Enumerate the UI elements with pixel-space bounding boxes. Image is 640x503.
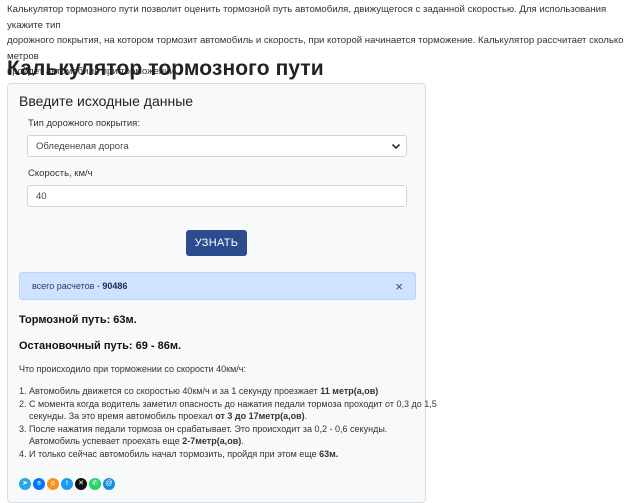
vk-icon[interactable]: в [33, 478, 45, 490]
speed-input[interactable]: 40 [27, 185, 407, 207]
form-title: Введите исходные данные [19, 93, 194, 109]
braking-distance: Тормозной путь: 63м. [19, 314, 137, 326]
alert-count: 90486 [102, 281, 128, 291]
submit-button[interactable]: УЗНАТЬ [186, 230, 247, 256]
list-item: И только сейчас автомобиль начал тормози… [29, 448, 439, 461]
calculations-count-alert: всего расчетов - 90486 × [19, 272, 416, 300]
whatsapp-icon[interactable]: ✆ [89, 478, 101, 490]
telegram-icon[interactable]: ➤ [19, 478, 31, 490]
list-item: Автомобиль движется со скоростью 40км/ч … [29, 385, 439, 398]
share-buttons: ➤ в о t ✕ ✆ @ [19, 478, 115, 492]
alert-prefix: всего расчетов - [32, 281, 103, 291]
road-type-label: Тип дорожного покрытия: [28, 118, 140, 129]
road-type-select[interactable]: Обледенелая дорога [27, 135, 407, 157]
explanation-intro: Что происходило при торможении со скорос… [19, 364, 246, 374]
calculator-card: Введите исходные данные Тип дорожного по… [7, 83, 437, 503]
odnoklassniki-icon[interactable]: о [47, 478, 59, 490]
stopping-distance: Остановочный путь: 69 - 86м. [19, 340, 182, 352]
explanation-list: Автомобиль движется со скоростью 40км/ч … [8, 385, 439, 460]
chevron-down-icon [391, 143, 401, 150]
road-type-value: Обледенелая дорога [36, 141, 129, 152]
page-title: Калькулятор тормозного пути [7, 57, 324, 80]
mymail-icon[interactable]: @ [103, 478, 115, 490]
speed-value: 40 [36, 191, 47, 202]
speed-label: Скорость, км/ч [28, 168, 93, 179]
intro-line-1: Калькулятор тормозного пути позволит оце… [7, 4, 607, 31]
list-item: С момента когда водитель заметил опаснос… [29, 398, 439, 423]
list-item: После нажатия педали тормоза он срабатыв… [29, 423, 439, 448]
close-icon[interactable]: × [395, 279, 403, 294]
x-icon[interactable]: ✕ [75, 478, 87, 490]
twitter-icon[interactable]: t [61, 478, 73, 490]
